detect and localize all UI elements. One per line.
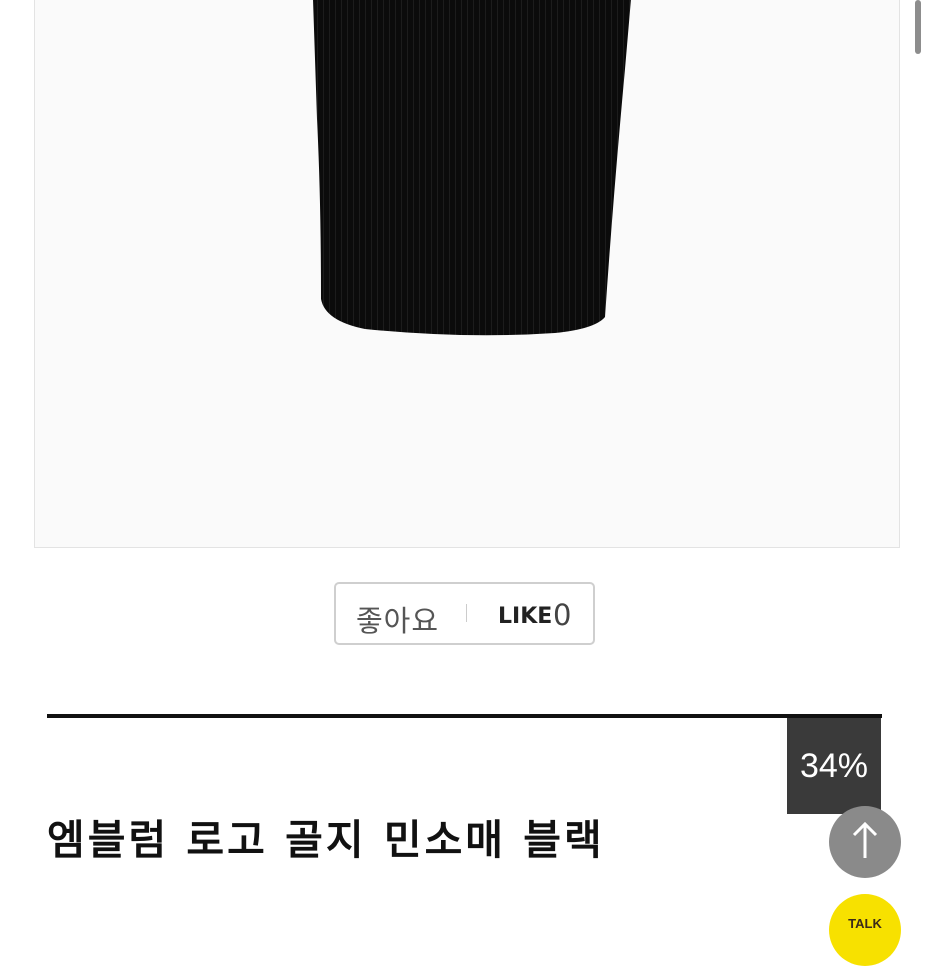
section-divider <box>47 714 882 718</box>
scrollbar[interactable] <box>915 0 921 54</box>
discount-badge: 34% <box>787 718 881 814</box>
like-label-en: LIKE <box>498 604 553 629</box>
like-count: 0 <box>553 598 572 632</box>
scroll-top-button[interactable] <box>829 806 901 878</box>
product-image <box>34 0 900 548</box>
like-separator <box>466 604 467 622</box>
arrow-up-icon <box>848 820 882 864</box>
garment-image <box>313 0 631 336</box>
like-button[interactable]: 좋아요 LIKE 0 <box>334 582 595 645</box>
like-label-ko: 좋아요 <box>356 604 440 638</box>
kakaotalk-button[interactable]: TALK <box>829 894 901 966</box>
product-title: 엠블럼 로고 골지 민소매 블랙 <box>47 816 605 864</box>
